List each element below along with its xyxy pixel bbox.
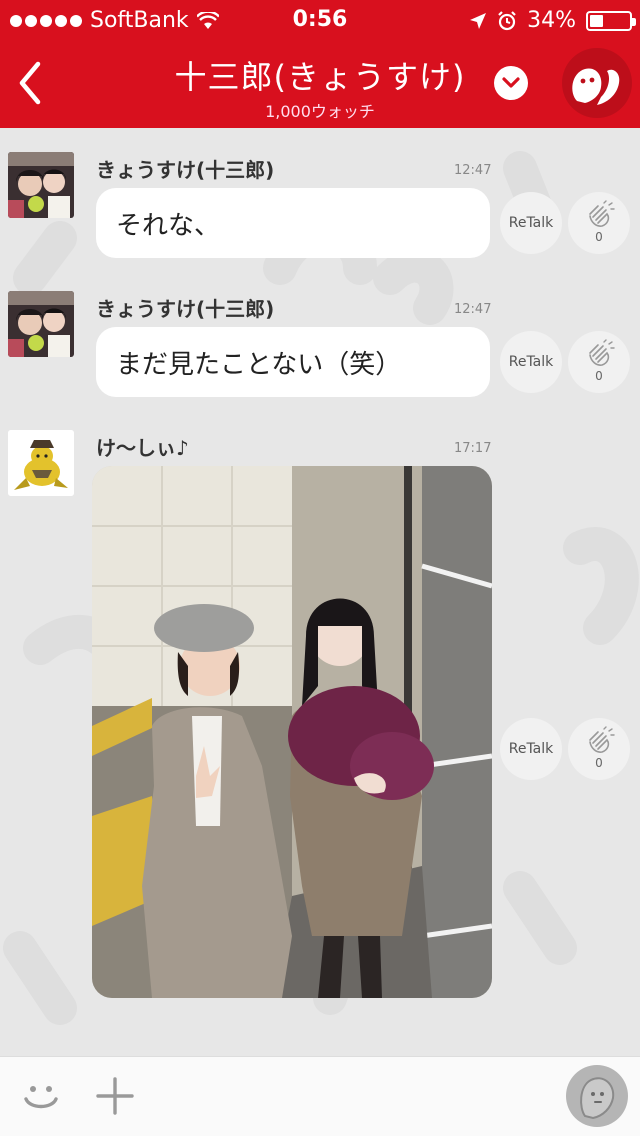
dropdown-button[interactable]: [494, 66, 528, 100]
user-avatar[interactable]: [8, 430, 74, 496]
retalk-button[interactable]: ReTalk: [500, 192, 562, 254]
user-avatar[interactable]: [8, 291, 74, 357]
clap-count: 0: [595, 230, 603, 244]
message-text: まだ見たことない（笑）: [116, 349, 402, 380]
battery-percent: 34%: [527, 8, 576, 33]
sender-name: け〜しぃ♪: [96, 436, 189, 460]
message-photo[interactable]: [92, 466, 492, 998]
alarm-icon: [498, 10, 516, 30]
clap-button[interactable]: 0: [568, 718, 630, 780]
chevron-down-icon: [502, 77, 520, 88]
watch-count: 1,000ウォッチ: [265, 102, 375, 121]
retalk-button[interactable]: ReTalk: [500, 718, 562, 780]
clap-hand-icon: [589, 339, 615, 366]
clap-count: 0: [595, 756, 603, 770]
talk-mascot-icon: [580, 1077, 615, 1120]
input-bar: [0, 1056, 640, 1136]
message-time: 17:17: [454, 441, 492, 456]
profile-button[interactable]: [562, 48, 632, 118]
battery-icon: [586, 10, 636, 31]
page-title: 十三郎(きょうすけ): [174, 58, 466, 96]
message-time: 12:47: [454, 163, 492, 178]
message-bubble[interactable]: それな、: [96, 188, 490, 258]
message-text: それな、: [116, 210, 221, 241]
talk-button[interactable]: [566, 1065, 628, 1127]
status-bar: SoftBank 0:56 34%: [0, 0, 640, 40]
retalk-button[interactable]: ReTalk: [500, 331, 562, 393]
app-header: SoftBank 0:56 34% 十三郎(きょうすけ) 1,000ウォッチ: [0, 0, 640, 128]
location-arrow-icon: [470, 12, 487, 29]
status-right: 34%: [469, 8, 636, 33]
message-time: 12:47: [454, 302, 492, 317]
sender-name: きょうすけ(十三郎): [96, 158, 275, 182]
clap-hand-icon: [589, 200, 615, 227]
ghost-mascot-icon: [572, 68, 620, 105]
user-avatar[interactable]: [8, 152, 74, 218]
plus-icon[interactable]: [94, 1075, 136, 1117]
clap-hand-icon: [589, 726, 615, 753]
clap-button[interactable]: 0: [568, 331, 630, 393]
message-bubble[interactable]: まだ見たことない（笑）: [96, 327, 490, 397]
clap-count: 0: [595, 369, 603, 383]
smiley-icon[interactable]: [20, 1075, 62, 1117]
clap-button[interactable]: 0: [568, 192, 630, 254]
sender-name: きょうすけ(十三郎): [96, 297, 275, 321]
chat-area[interactable]: きょうすけ(十三郎) 12:47 それな、 ReTalk 0 きょうすけ(十三郎…: [0, 128, 640, 1056]
